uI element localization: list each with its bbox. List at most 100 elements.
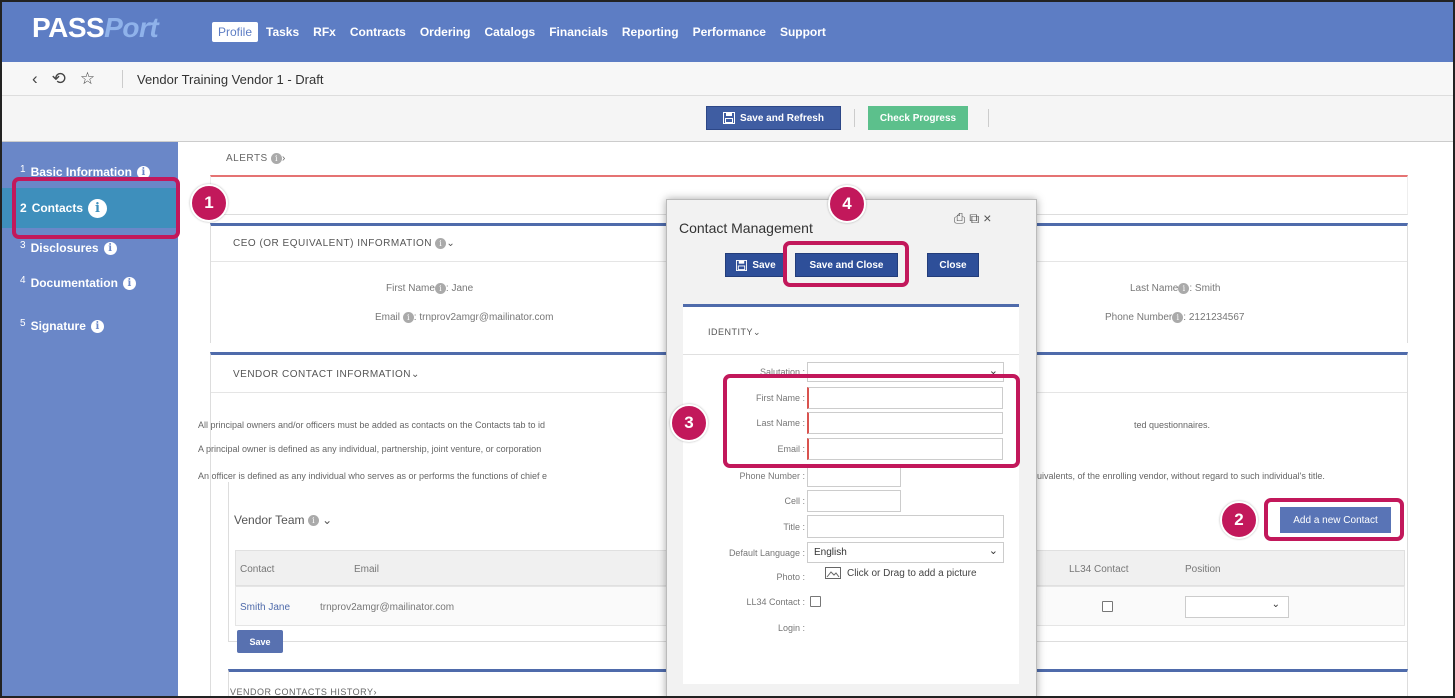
chevron-down-icon: ⌄ (1271, 599, 1280, 610)
phone-number-field[interactable] (807, 465, 901, 487)
default-language-label: Default Language : (728, 548, 805, 558)
sidebar-item-label: Signature (30, 319, 86, 333)
nav-ordering[interactable]: Ordering (414, 22, 477, 42)
photo-label: Photo : (776, 572, 805, 582)
highlight-contacts (12, 177, 180, 239)
image-icon (825, 567, 841, 579)
last-name-value: : Smith (1189, 283, 1221, 295)
ll34-contact-checkbox[interactable] (810, 596, 821, 607)
breadcrumb: ‹ ⟲ ☆ Vendor Training Vendor 1 - Draft (2, 62, 1453, 96)
team-save-button[interactable]: Save (237, 630, 283, 653)
position-select[interactable]: ⌄ (1185, 596, 1289, 618)
highlight-required-fields (723, 374, 1020, 468)
info-icon: i (1178, 283, 1190, 294)
vendor-team-header[interactable]: Vendor Team i ⌄ (234, 513, 332, 527)
principal-owner-definition: A principal owner is defined as any indi… (198, 444, 542, 454)
app-window: PASSPort Profile Tasks RFx Contracts Ord… (0, 0, 1455, 698)
info-icon: i (1172, 312, 1184, 323)
cell-field[interactable] (807, 490, 901, 512)
dialog-close-button[interactable]: Close (927, 253, 979, 277)
cell-label: Cell : (784, 496, 805, 506)
alerts-header[interactable]: ALERTS i › (226, 153, 286, 164)
step-number: 3 (20, 239, 26, 251)
info-icon: i (307, 515, 319, 527)
save-and-refresh-button[interactable]: Save and Refresh (706, 106, 841, 130)
step-number: 4 (20, 274, 26, 286)
email-value: : trnprov2amgr@mailinator.com (413, 312, 554, 324)
nav-reporting[interactable]: Reporting (616, 22, 685, 42)
ll34-contact-label: LL34 Contact : (746, 597, 805, 607)
ll34-contact-checkbox[interactable] (1102, 601, 1113, 612)
divider (988, 109, 989, 127)
nav-performance[interactable]: Performance (687, 22, 772, 42)
column-position[interactable]: Position (1185, 564, 1221, 575)
main-nav: Profile Tasks RFx Contracts Ordering Cat… (212, 22, 834, 42)
first-name-label: First Name i: Jane (386, 283, 474, 295)
sidebar-item-label: Documentation (30, 276, 118, 290)
nav-financials[interactable]: Financials (543, 22, 614, 42)
callout-badge-2: 2 (1220, 501, 1258, 539)
top-header: PASSPort Profile Tasks RFx Contracts Ord… (2, 2, 1453, 62)
highlight-save-and-close (783, 241, 909, 287)
sidebar-item-label: Disclosures (30, 241, 99, 255)
sidebar-item-signature[interactable]: 5 Signature i (2, 308, 178, 344)
step-number: 1 (20, 163, 26, 175)
info-icon: i (435, 237, 447, 249)
history-icon[interactable]: ⟲ (52, 69, 66, 89)
column-contact[interactable]: Contact (240, 564, 274, 575)
contact-link[interactable]: Smith Jane (240, 602, 290, 613)
nav-contracts[interactable]: Contracts (344, 22, 412, 42)
action-bar: Save and Refresh Check Progress (2, 96, 1453, 142)
photo-dropzone[interactable]: Click or Drag to add a picture (825, 567, 977, 579)
info-icon: i (271, 153, 283, 164)
print-icon[interactable]: ⎙ (954, 210, 965, 227)
breadcrumb-divider (122, 70, 123, 88)
vendor-contacts-history-header[interactable]: VENDOR CONTACTS HISTORY› (230, 687, 377, 696)
phone-number-value: : 2121234567 (1183, 312, 1245, 324)
callout-badge-4: 4 (828, 185, 866, 223)
chevron-down-icon: ⌄ (988, 545, 998, 557)
contact-email: trnprov2amgr@mailinator.com (320, 602, 455, 613)
column-ll34-contact[interactable]: LL34 Contact (1069, 564, 1129, 575)
back-icon[interactable]: ‹ (32, 69, 38, 89)
nav-profile[interactable]: Profile (212, 22, 259, 42)
info-icon: i (402, 312, 414, 323)
default-language-select[interactable]: English ⌄ (807, 542, 1004, 563)
close-icon[interactable]: × (983, 210, 991, 227)
title-label: Title : (783, 522, 805, 532)
identity-panel: IDENTITY⌄ Salutation : ⌄ First Name : La… (683, 304, 1019, 684)
first-name-value: : Jane (445, 283, 474, 295)
info-icon[interactable]: i (90, 319, 104, 333)
phone-number-label: Phone Number i: 2121234567 (1105, 312, 1245, 324)
principal-owners-text-end: ted questionnaires. (1134, 420, 1211, 430)
dialog-save-button[interactable]: Save (725, 253, 787, 277)
column-email[interactable]: Email (354, 564, 379, 575)
restore-icon[interactable]: ⧉ (969, 210, 979, 227)
sidebar-item-documentation[interactable]: 4 Documentation i (2, 265, 178, 301)
divider (683, 354, 1019, 355)
divider (854, 109, 855, 127)
info-icon[interactable]: i (103, 241, 117, 255)
default-language-value: English (814, 547, 847, 558)
nav-rfx[interactable]: RFx (307, 22, 342, 42)
star-icon[interactable]: ☆ (80, 69, 95, 89)
officer-definition-end: quivalents, of the enrolling vendor, wit… (1032, 471, 1325, 481)
page-title: Vendor Training Vendor 1 - Draft (137, 72, 324, 87)
save-icon (723, 112, 736, 124)
dialog-save-label: Save (752, 259, 776, 271)
identity-header[interactable]: IDENTITY⌄ (708, 327, 761, 338)
title-field[interactable] (807, 515, 1004, 538)
callout-badge-3: 3 (670, 404, 708, 442)
principal-owners-text: All principal owners and/or officers mus… (198, 420, 546, 430)
photo-hint: Click or Drag to add a picture (847, 567, 977, 579)
officer-definition: An officer is defined as any individual … (198, 471, 548, 481)
passport-logo[interactable]: PASSPort (32, 12, 159, 44)
info-icon: i (434, 283, 446, 294)
info-icon[interactable]: i (122, 276, 136, 290)
phone-number-label: Phone Number : (739, 471, 805, 481)
nav-catalogs[interactable]: Catalogs (479, 22, 542, 42)
nav-support[interactable]: Support (774, 22, 832, 42)
nav-tasks[interactable]: Tasks (260, 22, 305, 42)
check-progress-button[interactable]: Check Progress (868, 106, 968, 130)
dialog-controls: ⎙ ⧉ × (954, 210, 991, 227)
